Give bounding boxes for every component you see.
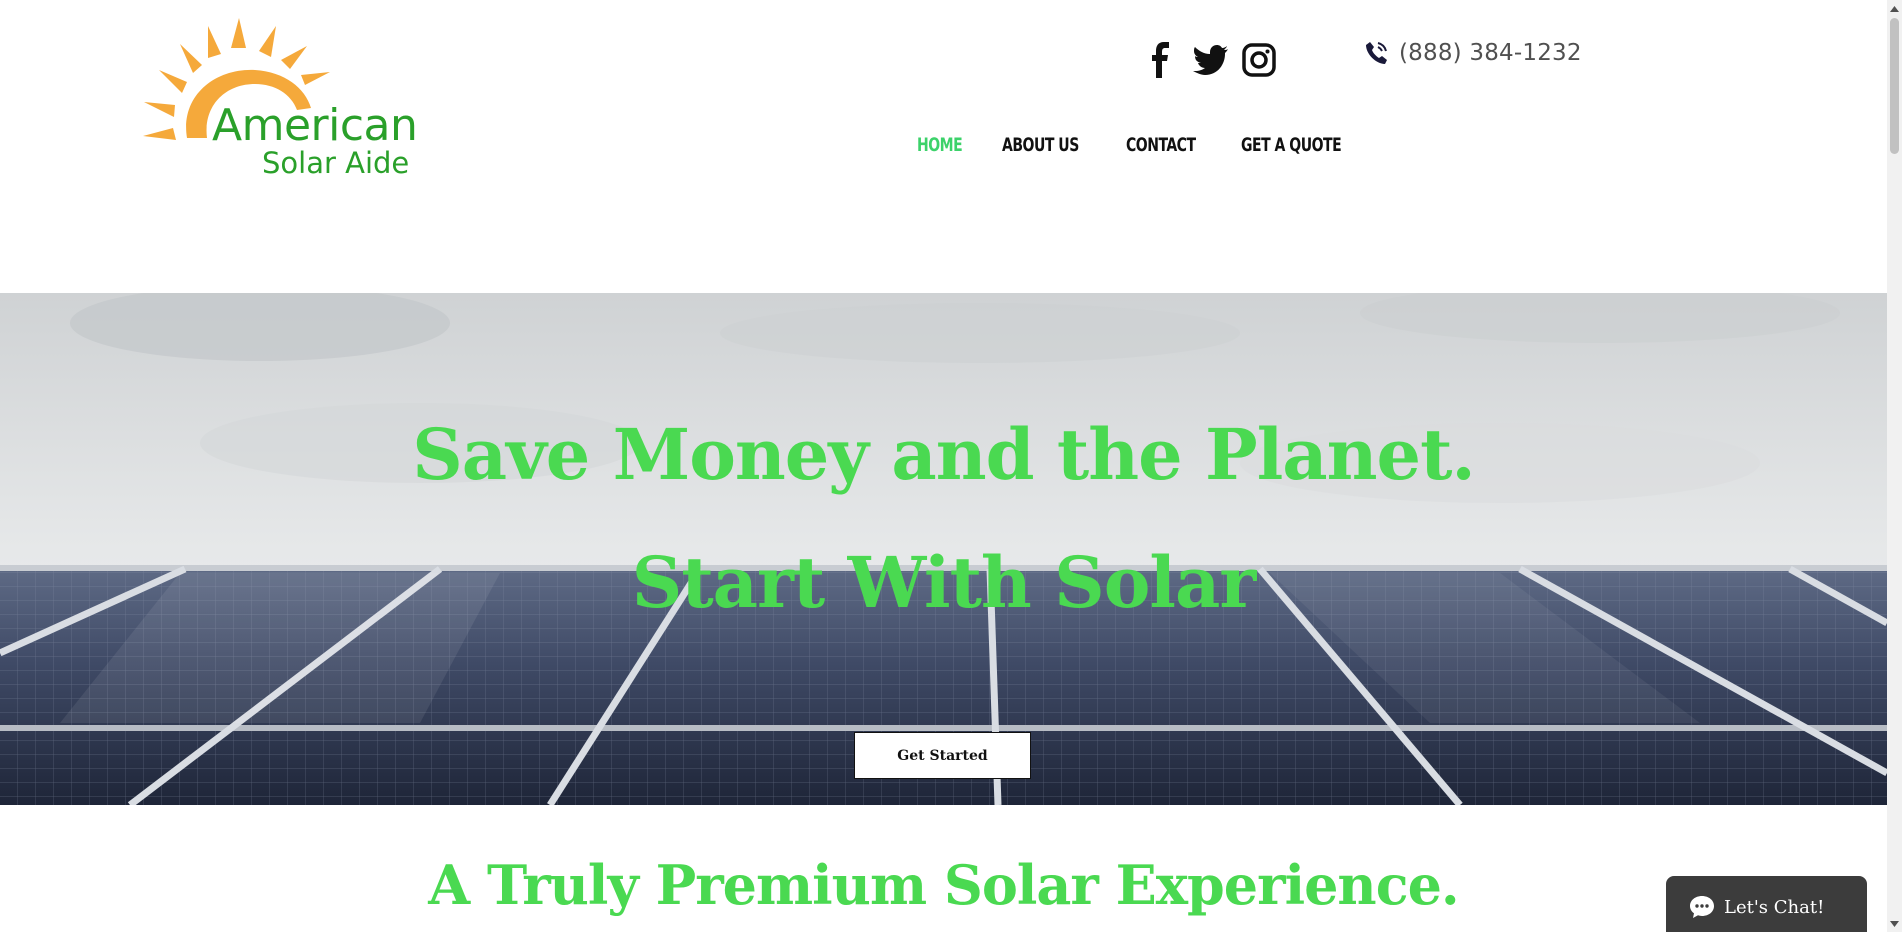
twitter-icon (1193, 45, 1228, 75)
hero-banner: Save Money and the Planet. Start With So… (0, 293, 1887, 805)
page: American Solar Aide (888) 384-1232 HOME … (0, 0, 1887, 932)
logo[interactable]: American Solar Aide (135, 18, 418, 183)
phone-icon (1366, 42, 1387, 64)
twitter-link[interactable] (1193, 40, 1229, 80)
chat-bubble-icon (1690, 896, 1714, 918)
brand-name: American (212, 100, 418, 151)
brand-tagline: Solar Aide (262, 146, 410, 180)
nav-about-us[interactable]: ABOUT US (1002, 134, 1079, 156)
section-title: A Truly Premium Solar Experience. (428, 853, 1459, 917)
facebook-icon (1152, 42, 1169, 78)
facebook-link[interactable] (1146, 40, 1176, 80)
phone-number: (888) 384-1232 (1399, 40, 1582, 66)
main-nav: HOME ABOUT US CONTACT GET A QUOTE (917, 134, 1393, 156)
get-started-button[interactable]: Get Started (854, 732, 1031, 779)
phone-contact[interactable]: (888) 384-1232 (1364, 38, 1582, 68)
nav-home[interactable]: HOME (917, 134, 963, 156)
chat-label: Let's Chat! (1724, 896, 1825, 918)
scroll-down-arrow-icon[interactable] (1887, 915, 1902, 932)
hero-headline: Save Money and the Planet. (412, 413, 1476, 496)
nav-contact[interactable]: CONTACT (1126, 134, 1196, 156)
scroll-up-arrow-icon[interactable] (1887, 0, 1902, 17)
nav-get-a-quote[interactable]: GET A QUOTE (1241, 134, 1342, 156)
chat-widget-button[interactable]: Let's Chat! (1666, 876, 1867, 932)
scrollbar-thumb[interactable] (1890, 18, 1899, 154)
vertical-scrollbar[interactable] (1887, 0, 1902, 932)
instagram-icon (1242, 43, 1276, 77)
instagram-link[interactable] (1242, 40, 1276, 80)
hero-subheadline: Start With Solar (631, 541, 1256, 624)
